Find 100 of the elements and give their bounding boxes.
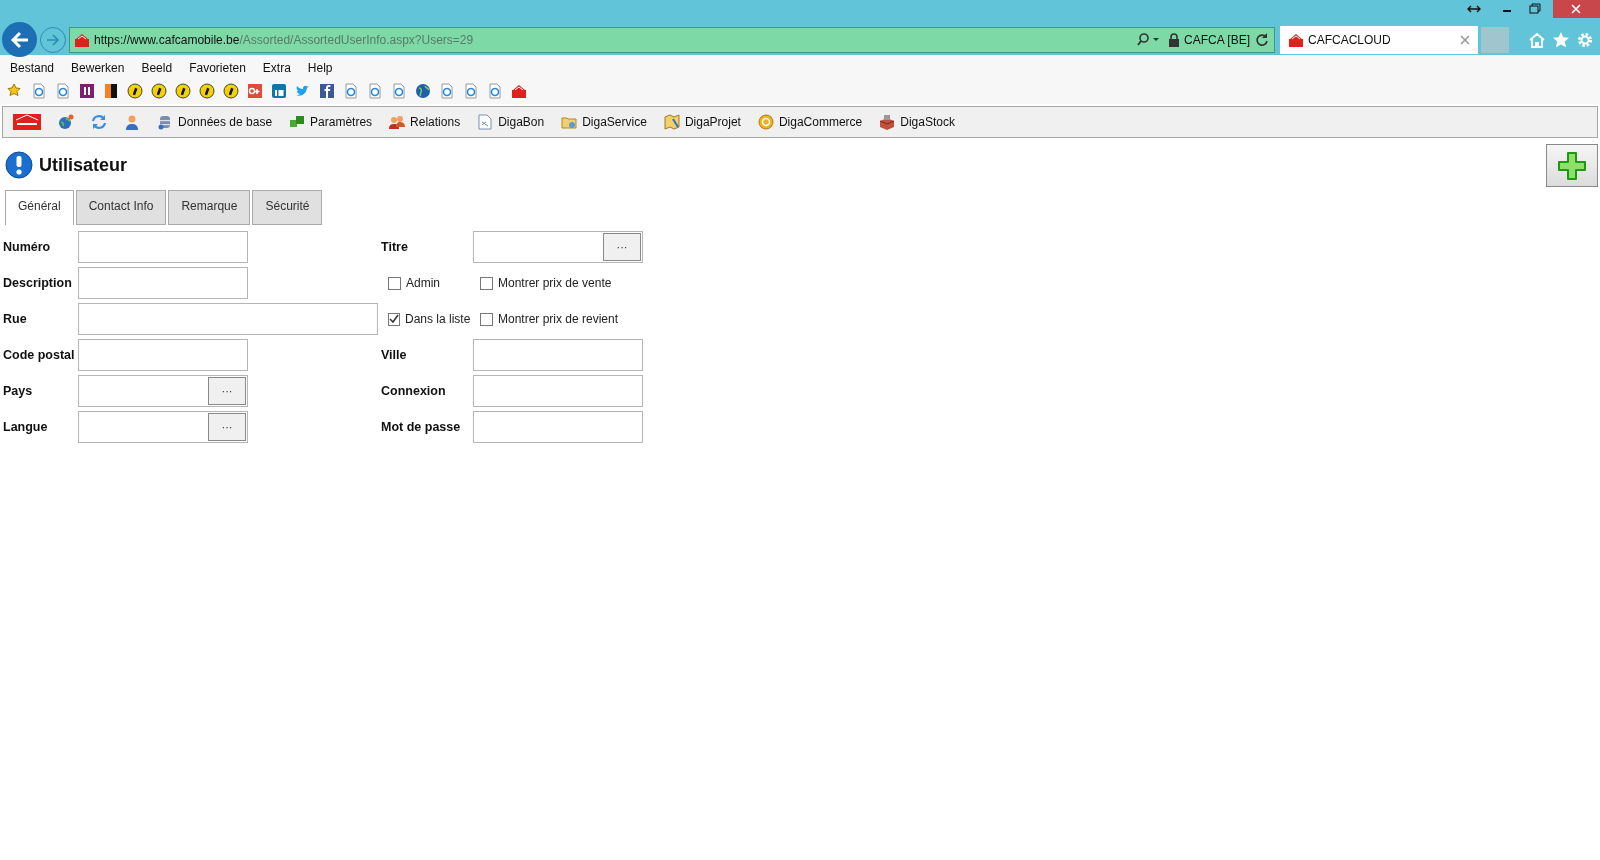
page-icon[interactable] (31, 83, 47, 99)
folder-icon (561, 114, 578, 130)
back-button[interactable] (2, 22, 37, 57)
square-icon[interactable] (79, 83, 95, 99)
tab[interactable]: Sécurité (252, 190, 323, 225)
field-label: Mot de passe (381, 418, 462, 436)
refresh-icon[interactable] (1254, 31, 1270, 48)
field-label: Langue (3, 418, 49, 436)
search-icon[interactable] (1135, 31, 1160, 48)
tab[interactable]: Général (5, 190, 74, 225)
star-icon[interactable] (7, 83, 23, 99)
page-icon[interactable] (439, 83, 455, 99)
page-icon[interactable] (343, 83, 359, 99)
users-icon (389, 114, 406, 130)
field-label: Connexion (381, 382, 447, 400)
cubes-icon (289, 114, 306, 130)
toolbar-button[interactable]: DigaCommerce (757, 113, 863, 131)
toolbar-button[interactable]: Paramètres (289, 113, 373, 131)
info-icon (5, 151, 33, 179)
menu-item[interactable]: Extra (262, 59, 291, 77)
coin-icon (757, 114, 774, 130)
toolbar-button[interactable]: DigaStock (879, 113, 955, 131)
page-icon[interactable] (463, 83, 479, 99)
input-field[interactable] (78, 231, 248, 263)
menu-item[interactable]: Help (307, 59, 333, 77)
url-text: https://www.cafcamobile.be/Assorted/AssortedUserInfo.aspx?Users=29 (94, 31, 474, 49)
checkbox-label: Admin (406, 275, 440, 292)
box-icon (879, 114, 896, 130)
close-icon[interactable] (1460, 34, 1470, 45)
input-field[interactable] (473, 411, 643, 443)
user-icon[interactable] (124, 114, 140, 130)
settings-icon[interactable] (1576, 30, 1594, 49)
sync-icon[interactable] (91, 114, 107, 130)
field-label: Ville (381, 346, 408, 364)
page-icon[interactable] (391, 83, 407, 99)
input-field[interactable] (473, 375, 643, 407)
checkbox-label: Montrer prix de revient (498, 311, 619, 328)
ellipsis-button[interactable]: ··· (208, 377, 246, 405)
info-icon[interactable] (151, 83, 167, 99)
bird-icon[interactable] (295, 83, 311, 99)
home-icon[interactable] (1528, 30, 1546, 49)
lock-icon (1167, 31, 1180, 48)
info-icon[interactable] (127, 83, 143, 99)
browser-tab[interactable]: CAFCACLOUD (1280, 25, 1478, 54)
database-icon (157, 114, 173, 130)
checkbox[interactable] (480, 276, 493, 290)
checkbox[interactable] (388, 276, 401, 290)
checkbox-label: Montrer prix de vente (498, 275, 612, 292)
ellipsis-button[interactable]: ··· (603, 233, 641, 261)
site-identity[interactable]: CAFCA [BE] (1183, 30, 1250, 49)
menu-item[interactable]: Beeld (141, 59, 173, 77)
info-icon[interactable] (199, 83, 215, 99)
forward-arrow-icon (45, 31, 61, 48)
page-icon[interactable] (487, 83, 503, 99)
close-icon[interactable] (1553, 0, 1600, 18)
ellipsis-button[interactable]: ··· (208, 413, 246, 441)
flag-icon[interactable] (103, 83, 119, 99)
field-label: Numéro (3, 238, 52, 256)
plus-icon[interactable] (247, 83, 263, 99)
logo-icon[interactable] (13, 114, 41, 130)
input-field[interactable] (473, 339, 643, 371)
checkbox[interactable] (388, 312, 400, 326)
star-icon[interactable] (1552, 30, 1570, 49)
logo-icon[interactable] (511, 83, 527, 99)
resize-icon[interactable] (1467, 4, 1481, 14)
toolbar-button[interactable]: Données de base (157, 113, 273, 131)
page-icon[interactable] (55, 83, 71, 99)
square-icon[interactable] (319, 83, 335, 99)
logo-icon[interactable] (1288, 31, 1304, 48)
tab[interactable]: Remarque (168, 190, 251, 225)
add-button[interactable] (1546, 144, 1598, 187)
input-field[interactable] (78, 339, 248, 371)
menu-item[interactable]: Bewerken (71, 59, 125, 77)
checkbox[interactable] (480, 312, 493, 326)
menu-item[interactable]: Favorieten (189, 59, 246, 77)
field-label: Pays (3, 382, 34, 400)
field-label: Description (3, 274, 73, 292)
tab[interactable]: Contact Info (75, 190, 167, 225)
globe-icon[interactable] (415, 83, 431, 99)
checkbox-label: Dans la liste (405, 311, 471, 328)
toolbar-button[interactable]: DigaProjet (663, 113, 741, 131)
logo-icon[interactable] (74, 31, 90, 48)
lookup-field[interactable]: ··· (78, 411, 248, 443)
input-field[interactable] (78, 267, 248, 299)
info-icon[interactable] (175, 83, 191, 99)
menu-item[interactable]: Bestand (10, 59, 55, 77)
info-icon[interactable] (223, 83, 239, 99)
toolbar-button[interactable]: DigaBon (477, 113, 545, 131)
input-field[interactable] (78, 303, 378, 335)
plan-icon (663, 114, 680, 130)
globe-icon[interactable] (58, 114, 74, 130)
page-icon[interactable] (367, 83, 383, 99)
lookup-field[interactable]: ··· (473, 231, 643, 263)
lookup-field[interactable]: ··· (78, 375, 248, 407)
toolbar-button[interactable]: Relations (389, 113, 461, 131)
document-icon (477, 114, 494, 130)
square-icon[interactable] (271, 83, 287, 99)
address-bar[interactable]: https://www.cafcamobile.be/Assorted/AssortedUserInfo.aspx?Users=29 CAFCA [BE] (69, 26, 1275, 53)
check-icon (389, 314, 399, 324)
toolbar-button[interactable]: DigaService (561, 113, 647, 131)
